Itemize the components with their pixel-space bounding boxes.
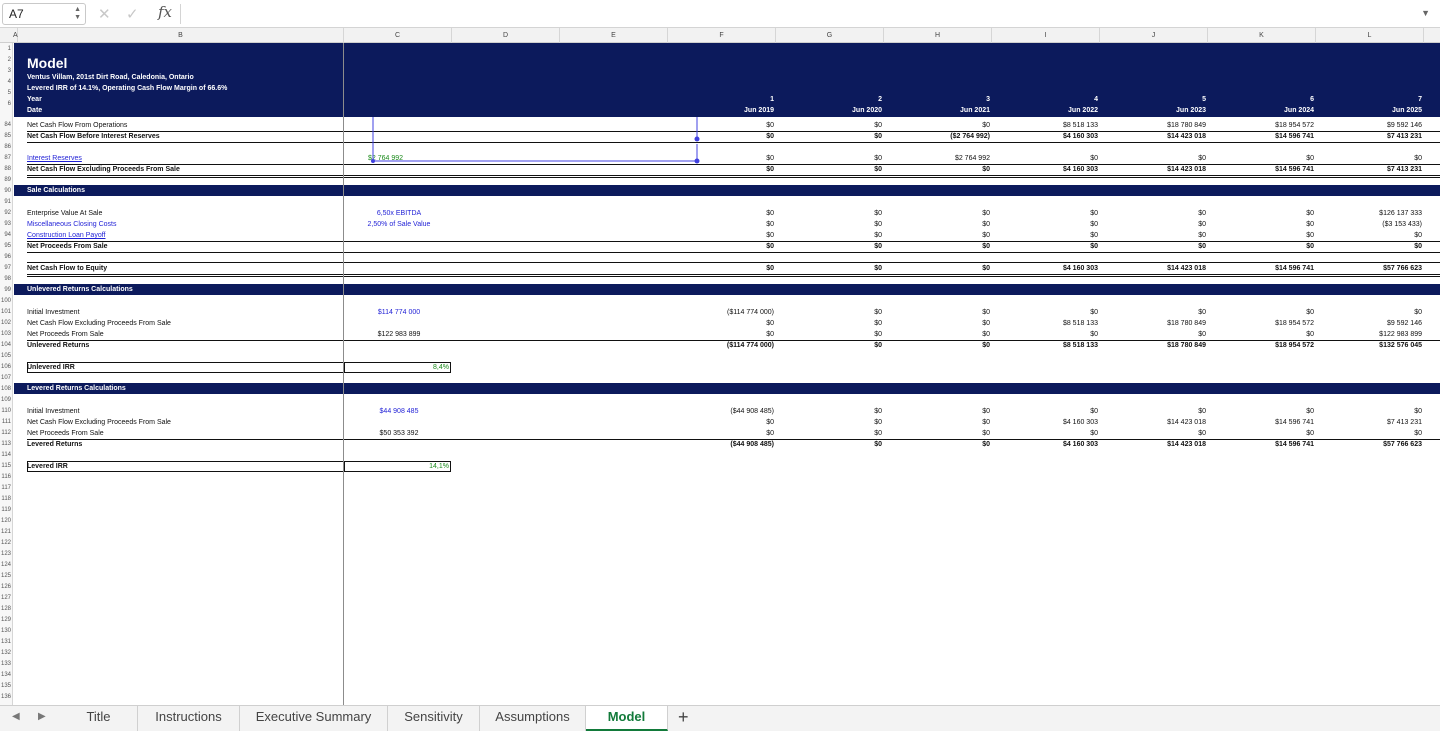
- row-header-92[interactable]: 92: [0, 209, 12, 217]
- row-header-99[interactable]: 99: [0, 286, 12, 294]
- row-header-91[interactable]: 91: [0, 198, 12, 206]
- row-header-127[interactable]: 127: [0, 594, 12, 602]
- add-sheet-button[interactable]: +: [678, 707, 689, 728]
- row-header-113[interactable]: 113: [0, 440, 12, 448]
- sheet-tab-bar: ◀ ▶ Title Instructions Executive Summary Se…: [0, 705, 1440, 731]
- column-header-k[interactable]: K: [1208, 28, 1316, 43]
- row-header-112[interactable]: 112: [0, 429, 12, 437]
- row-header-134[interactable]: 134: [0, 671, 12, 679]
- row-header-108[interactable]: 108: [0, 385, 12, 393]
- column-header-j[interactable]: J: [1100, 28, 1208, 43]
- row-header-98[interactable]: 98: [0, 275, 12, 283]
- column-header-h[interactable]: H: [884, 28, 992, 43]
- prev-sheet-icon[interactable]: ◀: [12, 711, 20, 722]
- row-header-2[interactable]: 2: [0, 56, 12, 64]
- sheet-tab-title[interactable]: Title: [60, 706, 138, 731]
- row-header-111[interactable]: 111: [0, 418, 12, 426]
- column-header-d[interactable]: D: [452, 28, 560, 43]
- row-header-97[interactable]: 97: [0, 264, 12, 272]
- freeze-pane-divider: [343, 43, 344, 705]
- row-header-103[interactable]: 103: [0, 330, 12, 338]
- formula-bar: A7 ▲ ▼ ✕ ✓ fx ▼: [0, 0, 1440, 28]
- name-box-spinner-icon[interactable]: ▲ ▼: [74, 6, 81, 22]
- row-header-110[interactable]: 110: [0, 407, 12, 415]
- row-header-89[interactable]: 89: [0, 176, 12, 184]
- sheet-tab-sensitivity[interactable]: Sensitivity: [388, 706, 480, 731]
- row-header-96[interactable]: 96: [0, 253, 12, 261]
- spreadsheet-grid[interactable]: Model Ventus Villam, 201st Dirt Road, Ca…: [14, 43, 1440, 705]
- row-header-86[interactable]: 86: [0, 143, 12, 151]
- row-header-101[interactable]: 101: [0, 308, 12, 316]
- row-header-93[interactable]: 93: [0, 220, 12, 228]
- row-header-122[interactable]: 122: [0, 539, 12, 547]
- row-header-123[interactable]: 123: [0, 550, 12, 558]
- sheet-tab-instructions[interactable]: Instructions: [138, 706, 240, 731]
- column-header-c[interactable]: C: [344, 28, 452, 43]
- row-header-135[interactable]: 135: [0, 682, 12, 690]
- row-header-136[interactable]: 136: [0, 693, 12, 701]
- row-header-107[interactable]: 107: [0, 374, 12, 382]
- row-header-130[interactable]: 130: [0, 627, 12, 635]
- row-header-85[interactable]: 85: [0, 132, 12, 140]
- row-header-3[interactable]: 3: [0, 67, 12, 75]
- column-headers: ABCDEFGHIJKL: [0, 28, 1440, 43]
- confirm-icon[interactable]: ✓: [126, 5, 139, 23]
- formula-expand-icon[interactable]: ▼: [1421, 8, 1430, 18]
- column-header-g[interactable]: G: [776, 28, 884, 43]
- row-header-84[interactable]: 84: [0, 121, 12, 129]
- row-header-118[interactable]: 118: [0, 495, 12, 503]
- row-header-109[interactable]: 109: [0, 396, 12, 404]
- cancel-icon[interactable]: ✕: [98, 5, 111, 23]
- sheet-tab-model[interactable]: Model: [586, 706, 668, 731]
- row-header-121[interactable]: 121: [0, 528, 12, 536]
- row-header-124[interactable]: 124: [0, 561, 12, 569]
- row-header-6[interactable]: 6: [0, 100, 12, 108]
- name-box[interactable]: A7 ▲ ▼: [2, 3, 86, 25]
- column-header-i[interactable]: I: [992, 28, 1100, 43]
- row-headers: 1 2 3 4 5 6 84 85 86 87 88 89 90 91 92 93 94 95 96 97 98 99 10…: [0, 43, 13, 705]
- row-header-128[interactable]: 128: [0, 605, 12, 613]
- row-header-114[interactable]: 114: [0, 451, 12, 459]
- row-header-133[interactable]: 133: [0, 660, 12, 668]
- row-header-90[interactable]: 90: [0, 187, 12, 195]
- row-header-132[interactable]: 132: [0, 649, 12, 657]
- row-header-117[interactable]: 117: [0, 484, 12, 492]
- row-header-115[interactable]: 115: [0, 462, 12, 470]
- row-header-125[interactable]: 125: [0, 572, 12, 580]
- row-header-119[interactable]: 119: [0, 506, 12, 514]
- row-header-129[interactable]: 129: [0, 616, 12, 624]
- insert-function-icon[interactable]: fx: [158, 3, 172, 21]
- row-header-120[interactable]: 120: [0, 517, 12, 525]
- formula-separator: [180, 4, 181, 24]
- sheet-tab-assumptions[interactable]: Assumptions: [480, 706, 586, 731]
- column-header-b[interactable]: B: [18, 28, 344, 43]
- row-header-106[interactable]: 106: [0, 363, 12, 371]
- row-header-131[interactable]: 131: [0, 638, 12, 646]
- column-header-f[interactable]: F: [668, 28, 776, 43]
- row-header-104[interactable]: 104: [0, 341, 12, 349]
- column-header-l[interactable]: L: [1316, 28, 1424, 43]
- row-header-5[interactable]: 5: [0, 89, 12, 97]
- row-header-1[interactable]: 1: [0, 45, 12, 53]
- sheet-tab-executive-summary[interactable]: Executive Summary: [240, 706, 388, 731]
- row-header-87[interactable]: 87: [0, 154, 12, 162]
- column-header-e[interactable]: E: [560, 28, 668, 43]
- row-header-105[interactable]: 105: [0, 352, 12, 360]
- row-header-4[interactable]: 4: [0, 78, 12, 86]
- row-header-88[interactable]: 88: [0, 165, 12, 173]
- row-header-102[interactable]: 102: [0, 319, 12, 327]
- row-header-94[interactable]: 94: [0, 231, 12, 239]
- next-sheet-icon[interactable]: ▶: [38, 711, 46, 722]
- row-header-116[interactable]: 116: [0, 473, 12, 481]
- row-header-126[interactable]: 126: [0, 583, 12, 591]
- trace-precedents-arrows: [371, 117, 700, 164]
- row-header-100[interactable]: 100: [0, 297, 12, 305]
- row-header-95[interactable]: 95: [0, 242, 12, 250]
